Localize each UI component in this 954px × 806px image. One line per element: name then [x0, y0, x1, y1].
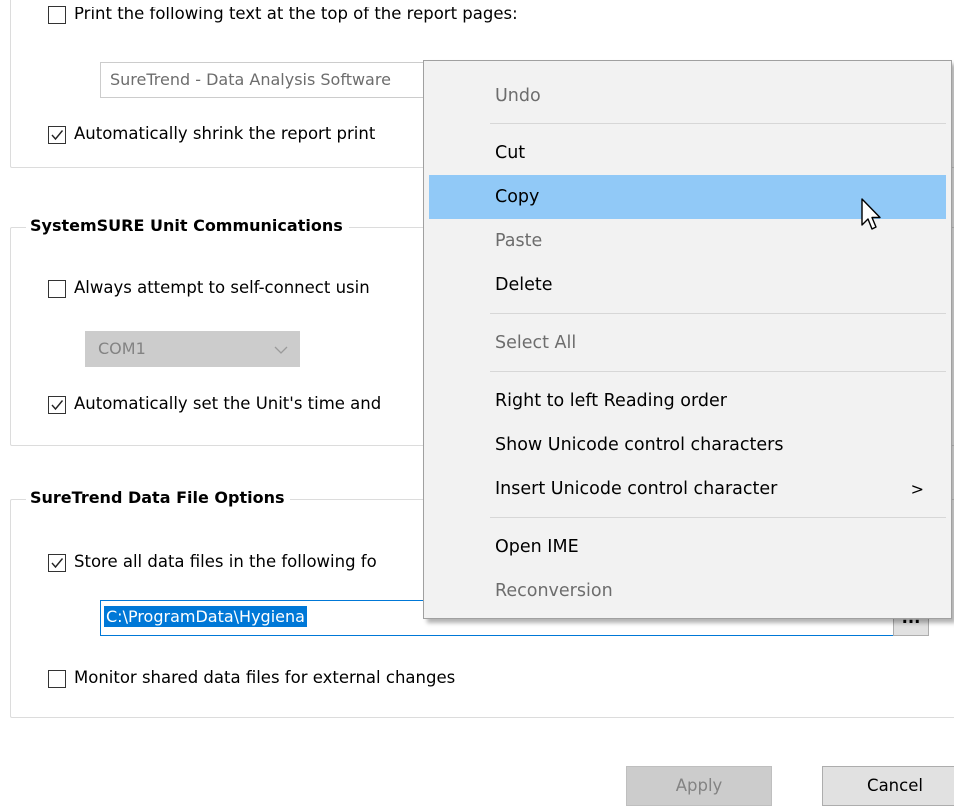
folder-path-selection: C:\ProgramData\Hygiena: [104, 606, 307, 627]
menu-item-label: Show Unicode control characters: [495, 435, 784, 455]
data-file-group-title: SureTrend Data File Options: [26, 488, 291, 507]
shrink-report-label: Automatically shrink the report print: [74, 124, 376, 143]
shrink-report-checkbox[interactable]: [48, 126, 66, 144]
menu-item-label: Paste: [495, 231, 543, 251]
store-files-checkbox[interactable]: [48, 554, 66, 572]
menu-item-label: Insert Unicode control character: [495, 479, 778, 499]
menu-item-label: Copy: [495, 187, 540, 207]
menu-item-open-ime[interactable]: Open IME: [429, 525, 946, 569]
self-connect-label: Always attempt to self-connect usin: [74, 278, 370, 297]
menu-item-label: Undo: [495, 86, 541, 106]
menu-item-label: Reconversion: [495, 581, 613, 601]
menu-item-label: Open IME: [495, 537, 579, 557]
menu-item-undo[interactable]: Undo: [429, 74, 946, 118]
mouse-cursor-icon: [861, 198, 881, 230]
set-time-label: Automatically set the Unit's time and: [74, 394, 382, 413]
menu-item-label: Cut: [495, 143, 526, 163]
menu-item-insert-unicode[interactable]: Insert Unicode control character >: [429, 467, 946, 511]
communications-group-title: SystemSURE Unit Communications: [26, 216, 349, 235]
menu-item-label: Select All: [495, 333, 577, 353]
checkmark-icon: [51, 130, 64, 141]
com-port-select[interactable]: COM1: [85, 331, 300, 367]
checkmark-icon: [51, 400, 64, 411]
monitor-files-label: Monitor shared data files for external c…: [74, 668, 456, 687]
menu-separator: [490, 517, 946, 518]
monitor-files-checkbox[interactable]: [48, 670, 66, 688]
menu-separator: [490, 313, 946, 314]
self-connect-checkbox[interactable]: [48, 280, 66, 298]
menu-item-show-unicode[interactable]: Show Unicode control characters: [429, 423, 946, 467]
print-text-checkbox[interactable]: [48, 6, 66, 24]
checkmark-icon: [51, 558, 64, 569]
menu-item-select-all[interactable]: Select All: [429, 321, 946, 365]
store-files-label: Store all data files in the following fo: [74, 552, 377, 571]
menu-separator: [490, 123, 946, 124]
print-text-input[interactable]: SureTrend - Data Analysis Software: [100, 62, 430, 98]
menu-item-delete[interactable]: Delete: [429, 263, 946, 307]
com-port-value: COM1: [98, 339, 146, 358]
apply-button[interactable]: Apply: [626, 766, 772, 806]
chevron-down-icon: [274, 346, 288, 354]
print-text-value: SureTrend - Data Analysis Software: [110, 70, 391, 89]
cancel-button[interactable]: Cancel: [822, 766, 954, 806]
menu-item-cut[interactable]: Cut: [429, 131, 946, 175]
menu-item-label: Delete: [495, 275, 553, 295]
menu-separator: [490, 371, 946, 372]
menu-item-label: Right to left Reading order: [495, 391, 727, 411]
menu-item-reconversion[interactable]: Reconversion: [429, 569, 946, 613]
submenu-arrow-icon: >: [910, 479, 924, 499]
context-menu: Undo Cut Copy Paste Delete Select All Ri…: [423, 60, 952, 619]
menu-item-rtl-reading-order[interactable]: Right to left Reading order: [429, 379, 946, 423]
set-time-checkbox[interactable]: [48, 396, 66, 414]
